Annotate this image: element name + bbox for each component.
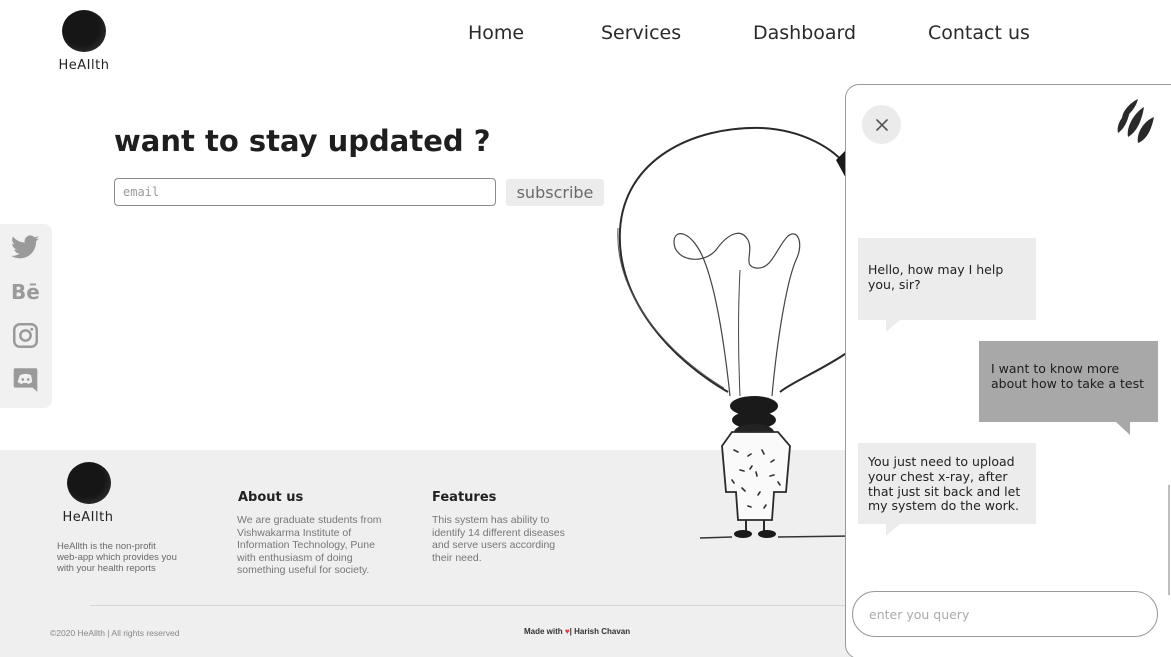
made-with-prefix: Made with [524,627,563,636]
chat-message-bot: You just need to upload your chest x-ray… [858,443,1036,524]
twitter-icon[interactable] [10,232,40,262]
bubble-tail [886,320,900,332]
email-input[interactable] [114,178,496,206]
bubble-tail [886,524,900,536]
footer-brand-name: HeAIlth [62,510,114,525]
chat-panel: Hello, how may I help you, sir? I want t… [845,84,1171,657]
chatbot-brand-icon [1117,99,1154,143]
nav-home[interactable]: Home [468,22,524,44]
footer-tagline: HeAllth is the non-profit web-app which … [57,541,177,574]
discord-icon[interactable] [10,364,40,394]
chat-message-text: You just need to upload your chest x-ray… [868,454,1021,514]
chat-scrollbar[interactable] [1168,485,1170,595]
newsletter-heading: want to stay updated ? [114,124,491,158]
subscribe-button[interactable]: subscribe [506,179,604,206]
copyright-text: ©2020 HeAllth | All rights reserved [50,628,180,638]
about-us-text: We are graduate students from Vishwakarm… [237,514,382,577]
footer-logo-blob-icon [67,462,111,504]
chat-message-text: Hello, how may I help you, sir? [868,262,1004,292]
brand-name: HeAIlth [58,58,110,73]
made-with-credit: Made with ♥| Harish Chavan [524,627,630,636]
close-chat-button[interactable] [862,105,901,144]
instagram-icon[interactable] [10,320,40,350]
nav-services[interactable]: Services [601,22,681,44]
chat-query-input[interactable] [852,591,1158,637]
footer-divider [90,605,860,606]
made-with-author: | Harish Chavan [569,627,631,636]
main-nav: Home Services Dashboard Contact us [0,22,1171,48]
chat-message-bot: Hello, how may I help you, sir? [858,238,1036,320]
social-bar: Bē [0,224,52,408]
behance-icon[interactable]: Bē [10,276,40,306]
chat-message-user: I want to know more about how to take a … [979,341,1158,422]
chat-message-text: I want to know more about how to take a … [991,361,1144,391]
nav-contact-us[interactable]: Contact us [928,22,1030,44]
footer-logo[interactable]: HeAIlth [56,462,120,525]
features-heading: Features [432,490,497,505]
svg-text:Bē: Bē [11,280,40,303]
bubble-tail [1116,422,1130,435]
about-us-heading: About us [238,490,304,505]
close-icon [875,118,888,131]
nav-dashboard[interactable]: Dashboard [753,22,856,44]
features-text: This system has ability to identify 14 d… [432,514,565,564]
lightbulb-illustration [617,126,852,539]
